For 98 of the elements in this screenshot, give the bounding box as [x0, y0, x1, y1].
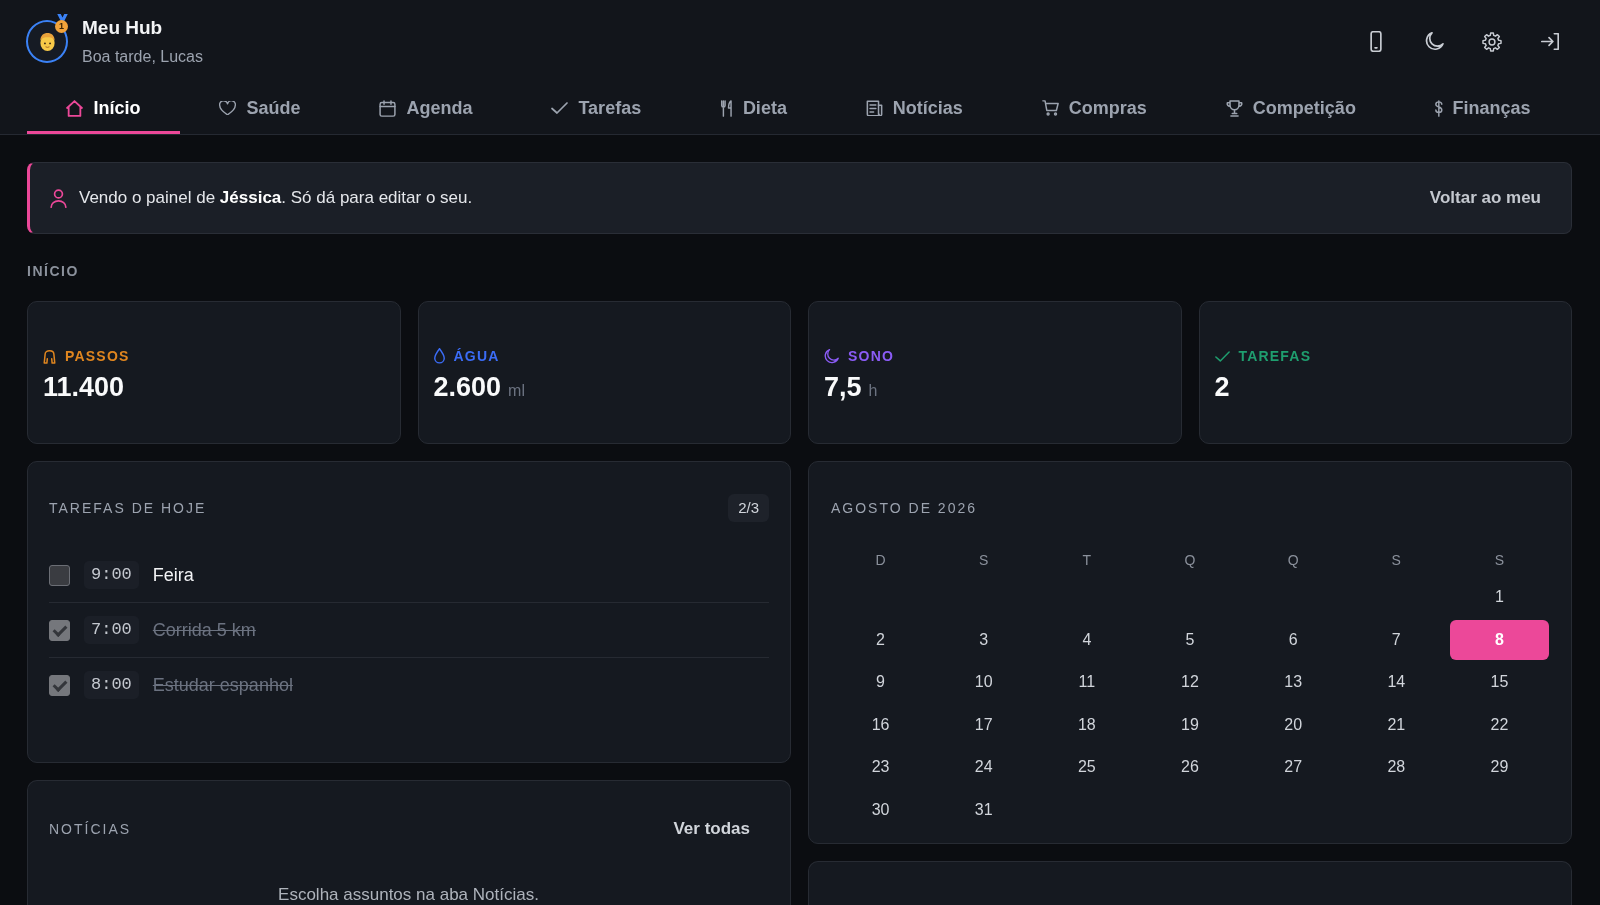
calendar-day[interactable]: 16 — [831, 704, 931, 745]
house-icon — [66, 99, 84, 117]
calendar-day[interactable]: 11 — [1037, 662, 1137, 703]
stat-unit: h — [868, 381, 878, 400]
newspaper-icon — [865, 99, 883, 117]
heart-icon — [219, 100, 237, 116]
nav-tab[interactable]: Finanças — [1395, 82, 1570, 134]
calendar-day[interactable]: 26 — [1140, 747, 1240, 788]
stat-unit: ml — [508, 381, 525, 400]
panel-title: NOTÍCIAS — [49, 821, 132, 837]
task-title: Corrida 5 km — [152, 619, 256, 641]
see-all-link[interactable]: Ver todas — [655, 813, 768, 845]
nav-tab[interactable]: Saúde — [180, 82, 340, 134]
calendar-day[interactable]: 15 — [1449, 662, 1549, 703]
stat-value: 2.600 — [433, 370, 502, 403]
nav-tab[interactable]: Tarefas — [511, 82, 681, 134]
calendar-day[interactable]: 9 — [831, 662, 931, 703]
cart-icon — [1041, 100, 1059, 116]
nav-tab[interactable]: Dieta — [680, 82, 827, 134]
greeting-text: Boa tarde, Lucas — [82, 47, 203, 66]
section-title: INÍCIO — [27, 263, 79, 279]
checkbox[interactable] — [49, 674, 70, 696]
stat-label: ÁGUA — [453, 347, 500, 365]
empty-message: Escolha assuntos na aba Notícias. — [278, 885, 539, 904]
weekday-label: S — [1494, 551, 1505, 570]
calendar-day[interactable]: 21 — [1346, 704, 1446, 745]
emoji-icon — [37, 31, 57, 52]
calendar-title: AGOSTO DE 2026 — [831, 499, 978, 518]
checkbox[interactable] — [49, 619, 70, 641]
moon-icon — [1424, 32, 1444, 51]
nav-tab[interactable]: Competição — [1186, 82, 1396, 134]
weekday-label: Q — [1184, 551, 1196, 570]
droplet-icon — [433, 348, 445, 364]
arrow-bracket-icon — [1541, 33, 1559, 50]
calendar-day[interactable]: 3 — [934, 619, 1034, 660]
stat-label: SONO — [848, 347, 895, 365]
calendar-day[interactable]: 23 — [831, 747, 931, 788]
weekday-label: S — [1391, 551, 1401, 570]
calendar-day[interactable]: 31 — [934, 789, 1034, 830]
moon-icon — [824, 348, 839, 364]
time-label: 7:00 — [84, 616, 139, 644]
stat-value: 11.400 — [43, 370, 125, 403]
calendar-day[interactable]: 12 — [1140, 662, 1240, 703]
calendar-day[interactable]: 8 — [1449, 619, 1549, 660]
calendar-day[interactable]: 1 — [1449, 577, 1549, 617]
weekday-label: S — [979, 551, 989, 570]
nav-tab[interactable]: Agenda — [340, 82, 512, 134]
calendar-day[interactable]: 4 — [1037, 619, 1137, 660]
weekday-label: T — [1082, 551, 1092, 570]
stat-value: 2 — [1214, 370, 1230, 403]
settings-icon — [1482, 31, 1502, 52]
stat-label: TAREFAS — [1238, 347, 1312, 365]
nav-tab[interactable]: Início — [27, 82, 180, 134]
calendar-day[interactable]: 7 — [1346, 619, 1446, 660]
calendar-day[interactable]: 30 — [831, 789, 931, 830]
weekday-label: D — [875, 551, 886, 570]
nav-tab[interactable]: Compras — [1002, 82, 1187, 134]
weekday-label: Q — [1287, 551, 1299, 570]
user-icon — [50, 188, 67, 208]
stat-label: PASSOS — [65, 347, 130, 365]
time-label: 9:00 — [84, 561, 139, 589]
app-title: Meu Hub — [82, 17, 164, 39]
calendar-day[interactable]: 29 — [1449, 747, 1549, 788]
calendar-day[interactable]: 17 — [934, 704, 1034, 745]
calendar-day[interactable]: 18 — [1037, 704, 1137, 745]
ribbon-icon — [57, 14, 68, 21]
phone-icon — [1370, 31, 1382, 52]
back-button[interactable]: Voltar ao meu — [1413, 180, 1557, 216]
panel-title: TAREFAS DE HOJE — [49, 500, 207, 516]
calendar-day[interactable]: 25 — [1037, 747, 1137, 788]
calendar-day[interactable]: 22 — [1449, 704, 1549, 745]
notice-text: Vendo o painel de Jéssica. Só dá para editar o seu. — [79, 188, 473, 208]
rank-badge: 1 — [55, 20, 68, 33]
calendar-day[interactable]: 6 — [1243, 619, 1343, 660]
nav-tab[interactable]: Notícias — [826, 82, 1003, 134]
count-badge: 2/3 — [728, 494, 769, 522]
calendar-day[interactable]: 27 — [1243, 747, 1343, 788]
checkbox[interactable] — [49, 564, 70, 586]
calendar-day[interactable]: 13 — [1243, 662, 1343, 703]
dollar-icon — [1434, 99, 1443, 117]
task-title: Feira — [152, 564, 194, 586]
calendar-icon — [379, 99, 397, 117]
calendar-day[interactable]: 10 — [934, 662, 1034, 703]
calendar-day[interactable]: 14 — [1346, 662, 1446, 703]
calendar-day[interactable]: 20 — [1243, 704, 1343, 745]
calendar-day[interactable]: 2 — [831, 619, 931, 660]
task-title: Estudar espanhol — [152, 674, 293, 696]
check-icon — [1214, 350, 1230, 362]
arch-icon — [43, 348, 56, 364]
calendar-day[interactable]: 5 — [1140, 619, 1240, 660]
trophy-icon — [1225, 99, 1243, 117]
fork-knife-icon — [720, 99, 733, 117]
calendar-day[interactable]: 28 — [1346, 747, 1446, 788]
check-icon — [551, 102, 569, 114]
time-label: 8:00 — [84, 671, 139, 699]
calendar-day[interactable]: 24 — [934, 747, 1034, 788]
calendar-day[interactable]: 19 — [1140, 704, 1240, 745]
stat-value: 7,5 — [824, 370, 862, 403]
